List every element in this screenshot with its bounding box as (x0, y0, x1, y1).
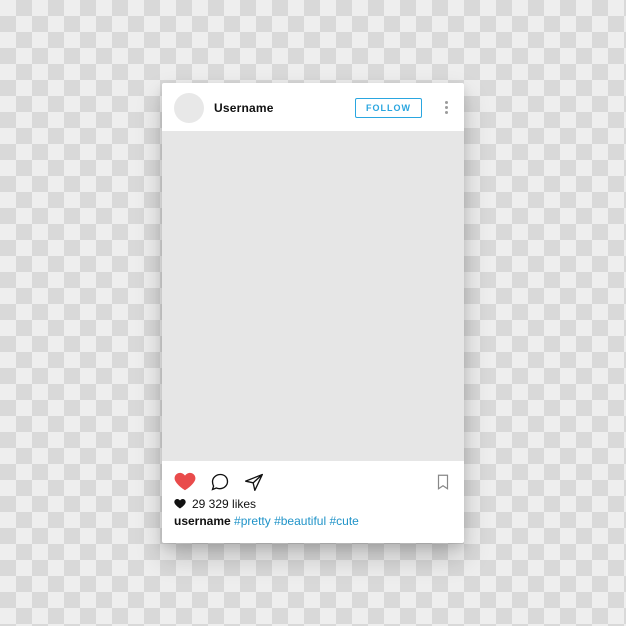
post-image-placeholder (162, 131, 464, 461)
header-username[interactable]: Username (214, 101, 345, 115)
bookmark-icon[interactable] (434, 472, 452, 492)
comment-icon[interactable] (210, 472, 230, 492)
caption: username #pretty #beautiful #cute (162, 513, 464, 543)
caption-username[interactable]: username (174, 514, 231, 528)
avatar[interactable] (174, 93, 204, 123)
share-icon[interactable] (244, 472, 264, 492)
heart-icon[interactable] (174, 471, 196, 493)
more-options-icon[interactable] (438, 101, 454, 114)
likes-count[interactable]: 29 329 likes (192, 497, 256, 511)
hashtag[interactable]: #cute (329, 514, 358, 528)
action-bar (162, 461, 464, 497)
post-header: Username FOLLOW (162, 83, 464, 131)
hashtag[interactable]: #beautiful (274, 514, 326, 528)
hashtag[interactable]: #pretty (234, 514, 271, 528)
likes-row: 29 329 likes (162, 497, 464, 513)
likes-heart-icon (174, 498, 186, 510)
social-post-card: Username FOLLOW 29 329 likes username #p… (162, 83, 464, 543)
follow-button[interactable]: FOLLOW (355, 98, 422, 118)
